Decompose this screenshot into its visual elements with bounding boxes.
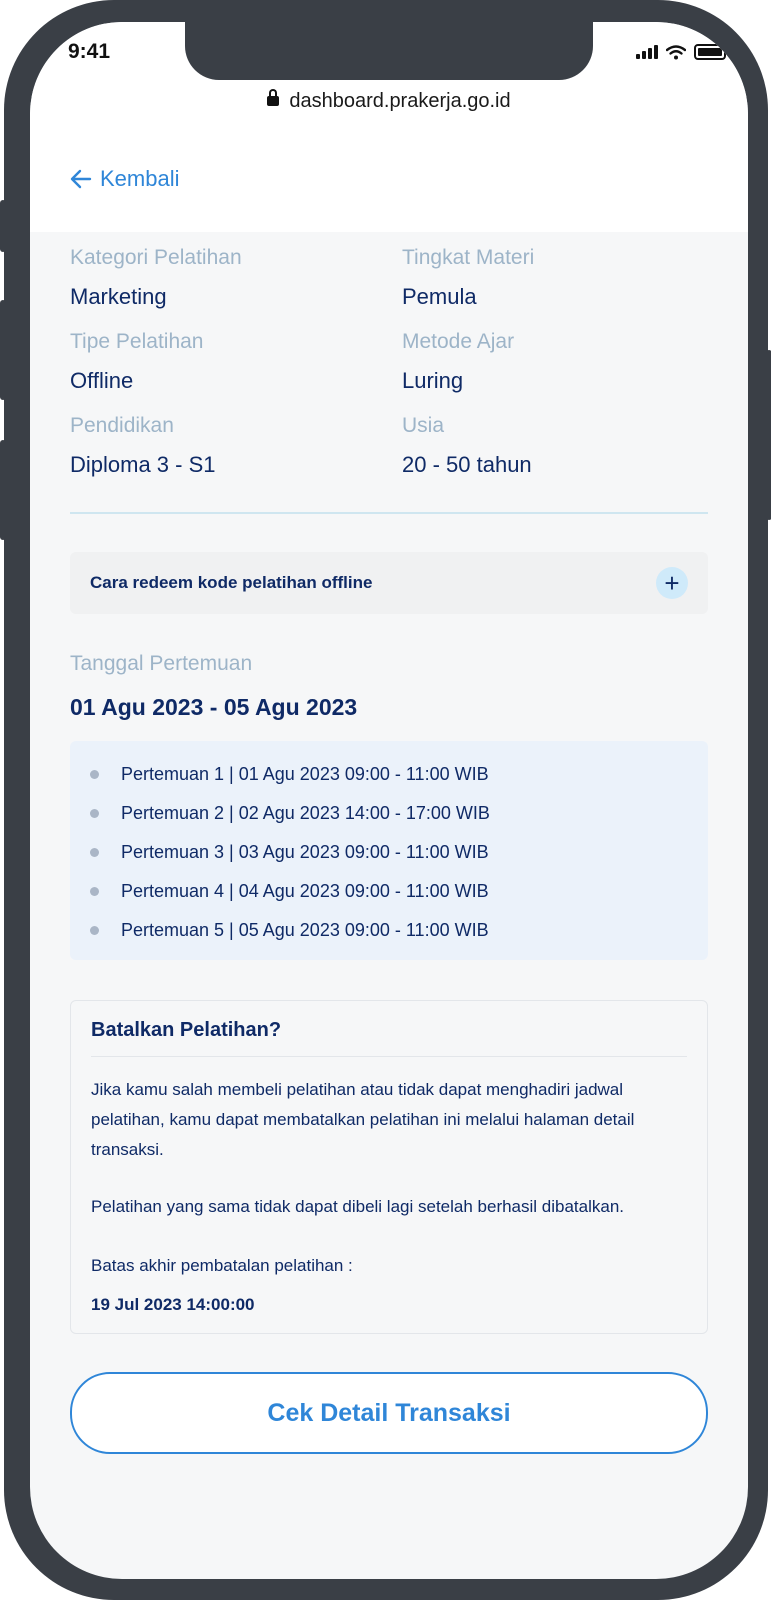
- divider: [70, 512, 708, 514]
- bullet-icon: [90, 926, 99, 935]
- list-item: Pertemuan 4 | 04 Agu 2023 09:00 - 11:00 …: [90, 872, 688, 911]
- detail-value: Luring: [402, 368, 464, 393]
- detail-label: Tipe Pelatihan: [70, 330, 204, 353]
- lock-icon: [267, 88, 280, 106]
- side-button: [0, 200, 6, 252]
- cancel-paragraph-2: Pelatihan yang sama tidak dapat dibeli l…: [91, 1197, 625, 1216]
- check-transaction-button[interactable]: Cek Detail Transaksi: [70, 1372, 708, 1454]
- list-item: Pertemuan 1 | 01 Agu 2023 09:00 - 11:00 …: [90, 755, 688, 794]
- back-label: Kembali: [100, 166, 180, 191]
- detail-label: Metode Ajar: [402, 330, 515, 353]
- arrow-left-icon: [70, 169, 92, 189]
- detail-value: 20 - 50 tahun: [402, 452, 532, 477]
- detail-value: Diploma 3 - S1: [70, 452, 216, 477]
- detail-label: Pendidikan: [70, 414, 174, 437]
- bullet-icon: [90, 848, 99, 857]
- browser-header: 9:41 dashboard.prakerja.go.id Kembali: [30, 22, 748, 232]
- plus-icon[interactable]: +: [656, 567, 688, 599]
- detail-label: Usia: [402, 414, 445, 437]
- side-button: [0, 300, 6, 400]
- bullet-icon: [90, 809, 99, 818]
- deadline-label: Batas akhir pembatalan pelatihan :: [91, 1256, 353, 1275]
- cancel-title: Batalkan Pelatihan?: [91, 1019, 687, 1057]
- battery-icon: [694, 44, 729, 60]
- detail-value: Marketing: [70, 284, 167, 309]
- side-button: [766, 350, 771, 520]
- meeting-list: Pertemuan 1 | 01 Agu 2023 09:00 - 11:00 …: [70, 741, 708, 960]
- detail-item: Tingkat Materi Pemula: [402, 246, 708, 310]
- back-link[interactable]: Kembali: [70, 166, 179, 192]
- deadline-value: 19 Jul 2023 14:00:00: [91, 1295, 255, 1314]
- redeem-accordion[interactable]: Cara redeem kode pelatihan offline +: [70, 552, 708, 614]
- detail-label: Tingkat Materi: [402, 246, 535, 269]
- screen: 9:41 dashboard.prakerja.go.id Kembali Ka…: [30, 22, 748, 1579]
- detail-item: Tipe Pelatihan Offline: [70, 330, 402, 394]
- status-icons: [636, 44, 729, 60]
- status-time: 9:41: [68, 40, 111, 63]
- side-button: [0, 440, 6, 540]
- schedule-range: 01 Agu 2023 - 05 Agu 2023: [70, 694, 358, 720]
- detail-item: Usia 20 - 50 tahun: [402, 414, 708, 478]
- detail-grid: Kategori Pelatihan Marketing Tingkat Mate…: [70, 232, 708, 478]
- meeting-text: Pertemuan 5 | 05 Agu 2023 09:00 - 11:00 …: [121, 920, 489, 940]
- wifi-icon: [666, 44, 686, 59]
- address-bar[interactable]: dashboard.prakerja.go.id: [30, 88, 748, 113]
- bullet-icon: [90, 887, 99, 896]
- detail-label: Kategori Pelatihan: [70, 246, 242, 269]
- detail-item: Pendidikan Diploma 3 - S1: [70, 414, 402, 478]
- list-item: Pertemuan 3 | 03 Agu 2023 09:00 - 11:00 …: [90, 833, 688, 872]
- training-detail: Kategori Pelatihan Marketing Tingkat Mate…: [70, 232, 708, 1454]
- schedule-label: Tanggal Pertemuan: [70, 652, 253, 675]
- detail-item: Metode Ajar Luring: [402, 330, 708, 394]
- signal-icon: [636, 45, 658, 59]
- accordion-title: Cara redeem kode pelatihan offline: [90, 573, 373, 592]
- url-text: dashboard.prakerja.go.id: [289, 90, 511, 112]
- phone-frame: 9:41 dashboard.prakerja.go.id Kembali Ka…: [0, 0, 771, 1600]
- meeting-text: Pertemuan 3 | 03 Agu 2023 09:00 - 11:00 …: [121, 842, 489, 862]
- meeting-text: Pertemuan 4 | 04 Agu 2023 09:00 - 11:00 …: [121, 881, 489, 901]
- detail-value: Offline: [70, 368, 134, 393]
- cancel-info-card: Batalkan Pelatihan? Jika kamu salah memb…: [70, 1000, 708, 1334]
- list-item: Pertemuan 2 | 02 Agu 2023 14:00 - 17:00 …: [90, 794, 688, 833]
- list-item: Pertemuan 5 | 05 Agu 2023 09:00 - 11:00 …: [90, 911, 688, 950]
- detail-item: Kategori Pelatihan Marketing: [70, 246, 402, 310]
- detail-value: Pemula: [402, 284, 477, 309]
- cancel-paragraph-1: Jika kamu salah membeli pelatihan atau t…: [91, 1080, 635, 1159]
- bullet-icon: [90, 770, 99, 779]
- meeting-text: Pertemuan 1 | 01 Agu 2023 09:00 - 11:00 …: [121, 764, 489, 784]
- notch: [185, 22, 593, 80]
- meeting-text: Pertemuan 2 | 02 Agu 2023 14:00 - 17:00 …: [121, 803, 490, 823]
